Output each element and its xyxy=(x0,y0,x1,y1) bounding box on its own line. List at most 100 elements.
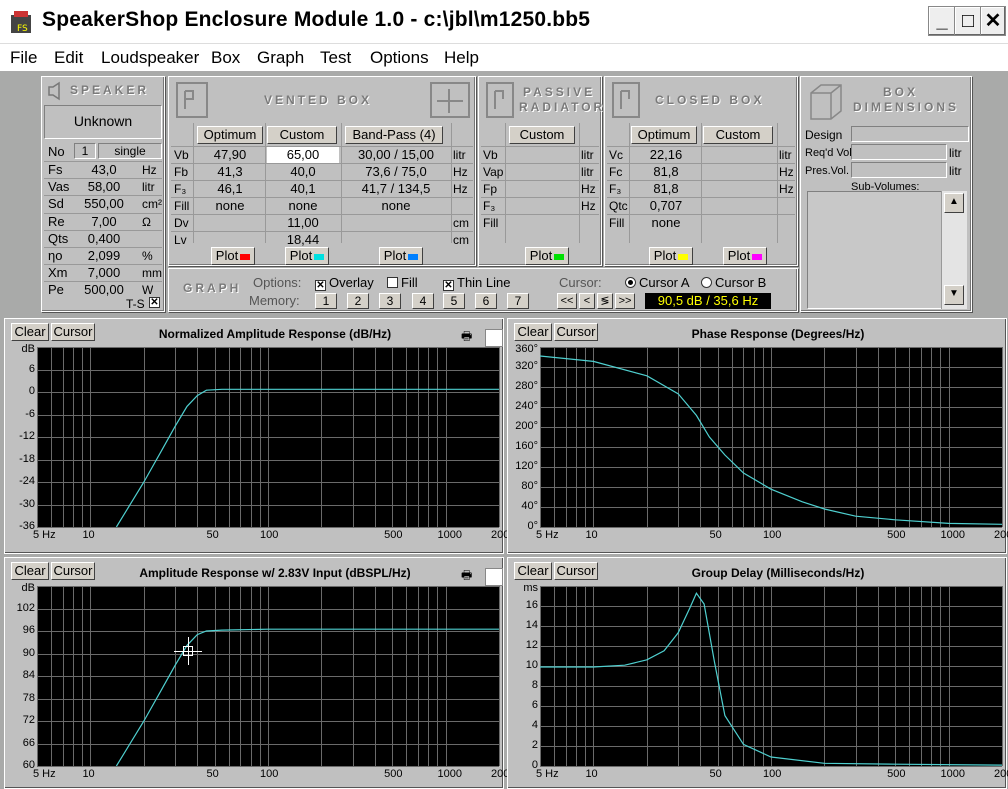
subvolumes-scrollbar[interactable]: ▲ ▼ xyxy=(941,191,967,309)
closed-custom-plot-button[interactable]: Plot xyxy=(723,247,767,265)
thin-line-checkbox[interactable]: ✕ xyxy=(443,280,454,291)
printer-icon[interactable]: 🖶 xyxy=(461,566,481,582)
design-field[interactable] xyxy=(851,126,969,142)
plot-area[interactable] xyxy=(37,586,500,767)
speaker-param-value[interactable]: 7,000 xyxy=(76,265,132,282)
menu-edit[interactable]: Edit xyxy=(54,48,83,68)
vented-optimum-button[interactable]: Optimum xyxy=(197,126,263,144)
pres-vol-field[interactable] xyxy=(851,162,947,178)
cursor-center-button[interactable]: ≶ xyxy=(597,293,613,309)
cursor-b-radio[interactable] xyxy=(701,277,712,288)
cursor-a-radio[interactable] xyxy=(625,277,636,288)
vented-custom-value[interactable]: 40,1 xyxy=(267,181,339,198)
menu-test[interactable]: Test xyxy=(320,48,351,68)
plot-area[interactable] xyxy=(540,347,1003,528)
scroll-down-button[interactable]: ▼ xyxy=(944,285,964,305)
clear-button[interactable]: Clear xyxy=(514,323,552,341)
closed-custom-value[interactable] xyxy=(703,181,775,198)
memory-6-button[interactable]: 6 xyxy=(475,293,497,309)
cursor-button[interactable]: Cursor xyxy=(51,562,95,580)
clear-button[interactable]: Clear xyxy=(11,562,49,580)
menu-file[interactable]: File xyxy=(10,48,37,68)
memory-4-button[interactable]: 4 xyxy=(412,293,434,309)
speaker-param-value[interactable]: 7,00 xyxy=(76,214,132,231)
overlay-checkbox[interactable]: ✕ xyxy=(315,280,326,291)
memory-2-button[interactable]: 2 xyxy=(347,293,369,309)
passive-value[interactable] xyxy=(509,164,579,181)
bandpass-value[interactable]: 73,6 / 75,0 xyxy=(341,164,451,181)
speaker-name[interactable]: Unknown xyxy=(44,105,162,139)
fill-option[interactable]: Fill xyxy=(387,275,418,292)
memory-3-button[interactable]: 3 xyxy=(379,293,401,309)
closed-custom-button[interactable]: Custom xyxy=(703,126,773,144)
memory-7-button[interactable]: 7 xyxy=(507,293,529,309)
bandpass-value[interactable] xyxy=(341,215,451,232)
vented-optimum-plot-button[interactable]: Plot xyxy=(211,247,255,265)
bandpass-value[interactable]: 41,7 / 134,5 xyxy=(341,181,451,198)
passive-plot-button[interactable]: Plot xyxy=(525,247,569,265)
no-value[interactable]: 1 xyxy=(74,143,96,159)
closed-custom-value[interactable] xyxy=(703,164,775,181)
menu-box[interactable]: Box xyxy=(211,48,240,68)
memory-5-button[interactable]: 5 xyxy=(443,293,465,309)
bandpass-value[interactable]: none xyxy=(341,198,451,215)
passive-value[interactable] xyxy=(509,198,579,215)
close-button[interactable]: ✕ xyxy=(980,6,1006,36)
clear-button[interactable]: Clear xyxy=(514,562,552,580)
bandpass-value[interactable]: 30,00 / 15,00 xyxy=(341,147,451,164)
cursor-prev-button[interactable]: < xyxy=(579,293,595,309)
passive-value[interactable] xyxy=(509,215,579,232)
cursor-a-option[interactable]: Cursor A xyxy=(625,275,690,292)
reqd-vol-field[interactable] xyxy=(851,144,947,160)
overlay-option[interactable]: ✕ Overlay xyxy=(315,275,374,292)
speaker-param-value[interactable]: 500,00 xyxy=(76,282,132,299)
cursor-crosshair-box[interactable] xyxy=(183,645,194,656)
vented-custom-value[interactable]: 18,44 xyxy=(267,232,339,249)
closed-custom-value[interactable] xyxy=(703,147,775,164)
closed-custom-value[interactable] xyxy=(703,198,775,215)
menu-graph[interactable]: Graph xyxy=(257,48,304,68)
closed-custom-value[interactable] xyxy=(703,215,775,232)
cursor-first-button[interactable]: << xyxy=(557,293,577,309)
bandpass-button[interactable]: Band-Pass (4) xyxy=(345,126,443,144)
passive-value[interactable] xyxy=(509,181,579,198)
speaker-param-value[interactable]: 0,400 xyxy=(76,231,132,248)
vented-custom-value[interactable]: 40,0 xyxy=(267,164,339,181)
vented-custom-value[interactable]: none xyxy=(267,198,339,215)
cursor-button[interactable]: Cursor xyxy=(51,323,95,341)
speaker-param-value[interactable]: 58,00 xyxy=(76,179,132,196)
vented-custom-value[interactable]: 65,00 xyxy=(267,147,339,164)
passive-custom-button[interactable]: Custom xyxy=(509,126,575,144)
menu-help[interactable]: Help xyxy=(444,48,479,68)
menu-loudspeaker[interactable]: Loudspeaker xyxy=(101,48,199,68)
minimize-button[interactable]: _ xyxy=(928,6,956,36)
speaker-param-value[interactable]: 2,099 xyxy=(76,248,132,265)
app-icon[interactable]: FS xyxy=(8,9,34,35)
cursor-last-button[interactable]: >> xyxy=(615,293,635,309)
menu-options[interactable]: Options xyxy=(370,48,429,68)
scroll-up-button[interactable]: ▲ xyxy=(944,193,964,213)
vented-custom-button[interactable]: Custom xyxy=(267,126,337,144)
speaker-param-value[interactable]: 550,00 xyxy=(76,196,132,213)
bandpass-plot-button[interactable]: Plot xyxy=(379,247,423,265)
cursor-button[interactable]: Cursor xyxy=(554,562,598,580)
maximize-button[interactable]: □ xyxy=(954,6,982,36)
printer-icon[interactable]: 🖶 xyxy=(461,327,481,343)
closed-optimum-plot-button[interactable]: Plot xyxy=(649,247,693,265)
thin-line-option[interactable]: ✕ Thin Line xyxy=(443,275,510,292)
memory-1-button[interactable]: 1 xyxy=(315,293,337,309)
color-box[interactable] xyxy=(485,329,503,347)
closed-optimum-button[interactable]: Optimum xyxy=(631,126,697,144)
vented-custom-value[interactable]: 11,00 xyxy=(267,215,339,232)
mode-select[interactable]: single xyxy=(98,143,162,159)
color-box[interactable] xyxy=(485,568,503,586)
clear-button[interactable]: Clear xyxy=(11,323,49,341)
fill-checkbox[interactable] xyxy=(387,277,398,288)
cursor-button[interactable]: Cursor xyxy=(554,323,598,341)
plot-area[interactable] xyxy=(37,347,500,528)
plot-area[interactable] xyxy=(540,586,1003,767)
cursor-b-option[interactable]: Cursor B xyxy=(701,275,766,292)
bandpass-value[interactable] xyxy=(341,232,451,249)
vented-custom-plot-button[interactable]: Plot xyxy=(285,247,329,265)
speaker-param-value[interactable]: 43,0 xyxy=(76,162,132,179)
